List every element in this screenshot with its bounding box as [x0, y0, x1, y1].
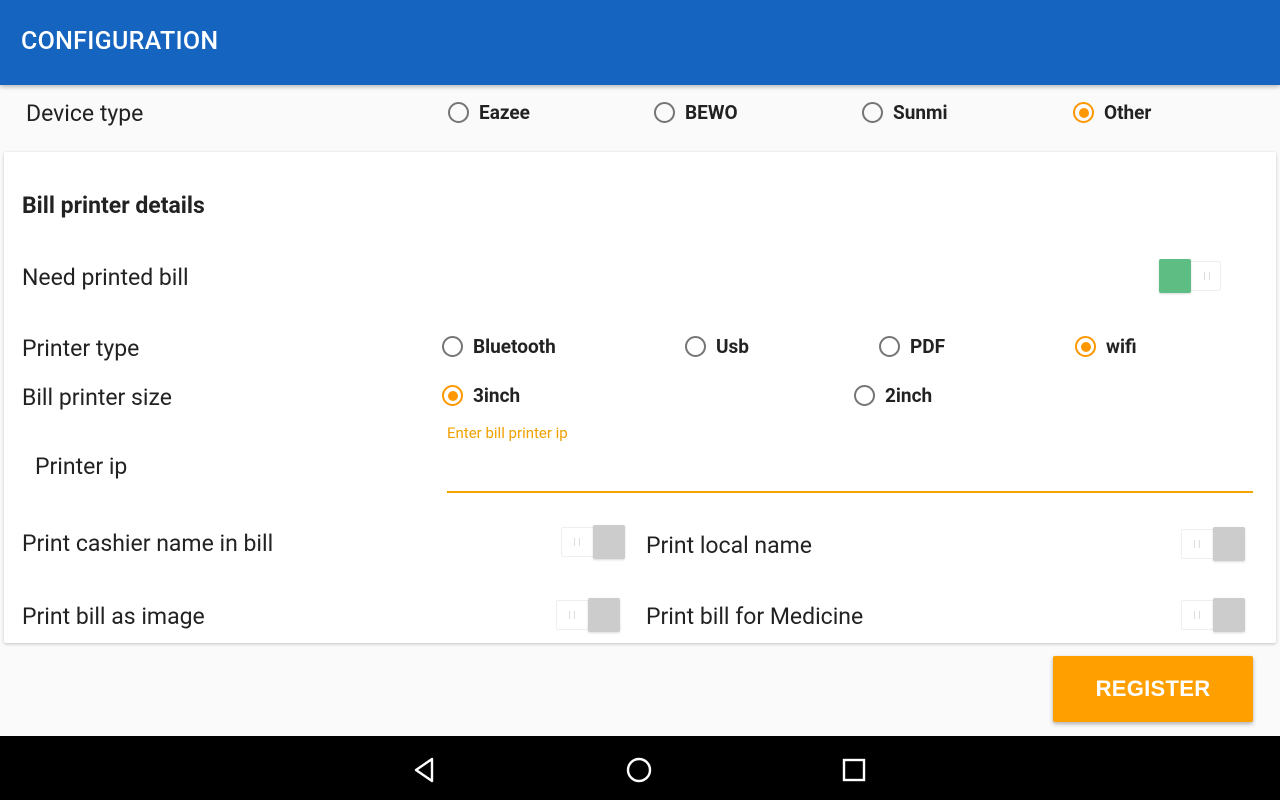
print-bill-for-medicine-label: Print bill for Medicine — [646, 603, 864, 630]
radio-label: Bluetooth — [473, 335, 556, 358]
printer-size-radio-3inch[interactable]: 3inch — [442, 384, 520, 407]
radio-label: BEWO — [685, 101, 738, 124]
radio-label: Sunmi — [893, 101, 948, 124]
radio-label: Eazee — [479, 101, 530, 124]
print-local-name-switch[interactable] — [1181, 527, 1245, 561]
app-bar: CONFIGURATION — [0, 0, 1280, 85]
printer-ip-hint: Enter bill printer ip — [447, 424, 568, 442]
print-local-name-label: Print local name — [646, 532, 812, 559]
radio-label: PDF — [910, 335, 946, 358]
section-title: Bill printer details — [22, 192, 205, 219]
device-type-radio-bewo[interactable]: BEWO — [654, 101, 738, 124]
printer-ip-input[interactable] — [447, 457, 1253, 493]
radio-circle-icon — [654, 102, 675, 123]
switch-thumb — [1213, 598, 1245, 632]
printer-type-radio-wifi[interactable]: wifi — [1075, 335, 1137, 358]
printer-type-radio-bluetooth[interactable]: Bluetooth — [442, 335, 556, 358]
print-bill-as-image-label: Print bill as image — [22, 603, 205, 630]
radio-label: 2inch — [885, 384, 933, 407]
need-printed-bill-switch[interactable] — [1159, 259, 1223, 293]
radio-label: Other — [1104, 101, 1152, 124]
need-printed-bill-label: Need printed bill — [22, 264, 189, 291]
radio-label: 3inch — [473, 384, 521, 407]
bill-printer-card: Bill printer details Need printed bill P… — [4, 152, 1276, 643]
print-bill-for-medicine-switch[interactable] — [1181, 598, 1245, 632]
recents-icon[interactable] — [837, 753, 871, 787]
radio-label: Usb — [716, 335, 749, 358]
switch-thumb — [1213, 527, 1245, 561]
radio-circle-icon — [1075, 336, 1096, 357]
back-icon[interactable] — [408, 753, 442, 787]
printer-type-radio-usb[interactable]: Usb — [685, 335, 749, 358]
device-type-radio-other[interactable]: Other — [1073, 101, 1151, 124]
page-title: CONFIGURATION — [21, 27, 219, 56]
register-button[interactable]: REGISTER — [1053, 656, 1253, 722]
radio-circle-icon — [685, 336, 706, 357]
radio-circle-icon — [442, 385, 463, 406]
bill-printer-size-label: Bill printer size — [22, 384, 172, 411]
printer-ip-label: Printer ip — [35, 453, 128, 480]
printer-type-label: Printer type — [22, 335, 140, 362]
print-cashier-name-switch[interactable] — [561, 525, 625, 559]
home-icon[interactable] — [622, 753, 656, 787]
radio-circle-icon — [862, 102, 883, 123]
radio-circle-icon — [879, 336, 900, 357]
printer-size-radio-2inch[interactable]: 2inch — [854, 384, 932, 407]
print-cashier-name-label: Print cashier name in bill — [22, 530, 274, 557]
device-type-radio-sunmi[interactable]: Sunmi — [862, 101, 947, 124]
switch-thumb — [593, 525, 625, 559]
device-type-radio-eazee[interactable]: Eazee — [448, 101, 530, 124]
radio-circle-icon — [1073, 102, 1094, 123]
print-bill-as-image-switch[interactable] — [556, 598, 620, 632]
switch-thumb — [588, 598, 620, 632]
radio-label: wifi — [1106, 335, 1137, 358]
radio-circle-icon — [448, 102, 469, 123]
device-type-label: Device type — [26, 100, 144, 127]
printer-type-radio-pdf[interactable]: PDF — [879, 335, 945, 358]
radio-circle-icon — [442, 336, 463, 357]
radio-circle-icon — [854, 385, 875, 406]
switch-thumb — [1159, 259, 1191, 293]
system-nav-bar — [0, 736, 1280, 800]
